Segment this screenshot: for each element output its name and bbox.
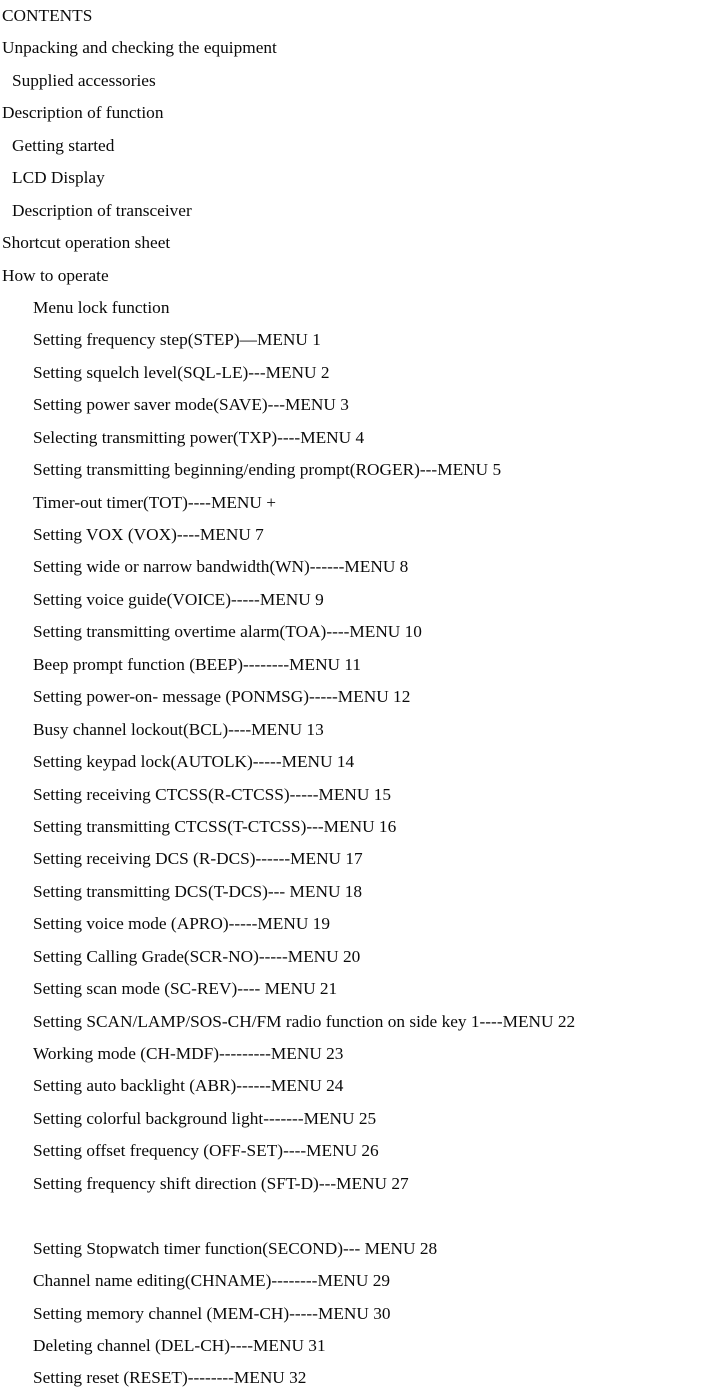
toc-entry: Setting transmitting beginning/ending pr… (33, 460, 502, 480)
toc-entry: Setting Calling Grade(SCR-NO)-----MENU 2… (33, 946, 361, 966)
toc-entry: Setting voice mode (APRO)-----MENU 19 (33, 914, 330, 934)
toc-entry: Setting transmitting CTCSS(T-CTCSS)---ME… (33, 816, 397, 836)
toc-entry: LCD Display (12, 168, 105, 188)
toc-entry: Setting VOX (VOX)----MENU 7 (33, 525, 264, 544)
toc-entry: Setting keypad lock(AUTOLK)-----MENU 14 (33, 752, 355, 772)
toc-entry: Setting wide or narrow bandwidth(WN)----… (33, 557, 409, 577)
toc-entry: Setting frequency step(STEP)—MENU 1 (33, 330, 321, 350)
toc-entry: Setting scan mode (SC-REV)---- MENU 21 (33, 979, 338, 999)
toc-entry: Beep prompt function (BEEP)--------MENU … (33, 654, 362, 674)
toc-entry: Deleting channel (DEL-CH)----MENU 31 (33, 1335, 326, 1355)
toc-entry: Menu lock function (33, 297, 170, 317)
toc-entry: Timer-out timer(TOT)----MENU + (33, 492, 276, 512)
toc-entry: Channel name editing(CHNAME)--------MENU… (33, 1271, 390, 1291)
toc-entry: Setting reset (RESET)--------MENU 32 (33, 1368, 307, 1388)
toc-entry: Setting receiving DCS (R-DCS)------MENU … (33, 849, 363, 869)
toc-entry: Setting power saver mode(SAVE)---MENU 3 (33, 395, 349, 415)
table-of-contents: CONTENTS Unpacking and checking the equip… (0, 0, 717, 1395)
toc-entry: Setting Stopwatch timer function(SECOND)… (33, 1238, 438, 1258)
toc-entry: Setting frequency shift direction (SFT-D… (33, 1173, 409, 1193)
toc-entry: Unpacking and checking the equipment (2, 38, 277, 58)
toc-entry: Shortcut operation sheet (2, 233, 171, 253)
toc-entry: Getting started (12, 135, 115, 155)
toc-entry: Busy channel lockout(BCL)----MENU 13 (33, 719, 324, 739)
page-title: CONTENTS (2, 6, 93, 25)
document-page: CONTENTS Unpacking and checking the equip… (0, 0, 717, 1387)
toc-entry: Setting voice guide(VOICE)-----MENU 9 (33, 589, 324, 609)
toc-entry: Setting colorful background light-------… (33, 1108, 377, 1128)
toc-entry: Supplied accessories (12, 70, 156, 90)
toc-entry: Setting SCAN/LAMP/SOS-CH/FM radio functi… (33, 1011, 576, 1031)
toc-entry: Setting auto backlight (ABR)------MENU 2… (33, 1076, 344, 1096)
toc-entry: Selecting transmitting power(TXP)----MEN… (33, 427, 365, 447)
toc-entry: Setting memory channel (MEM-CH)-----MENU… (33, 1303, 391, 1323)
toc-entry: Setting offset frequency (OFF-SET)----ME… (33, 1141, 379, 1161)
toc-entry: Setting transmitting DCS(T-DCS)--- MENU … (33, 881, 363, 901)
toc-entry: Description of function (2, 103, 164, 123)
toc-entry: Setting receiving CTCSS(R-CTCSS)-----MEN… (33, 784, 392, 804)
toc-entry: Description of transceiver (12, 200, 192, 220)
toc-entry: Setting transmitting overtime alarm(TOA)… (33, 622, 422, 642)
toc-entry: Working mode (CH-MDF)---------MENU 23 (33, 1044, 344, 1063)
toc-entry: How to operate (2, 265, 109, 285)
toc-entry: Setting squelch level(SQL-LE)---MENU 2 (33, 362, 330, 382)
toc-entry: Setting power-on- message (PONMSG)-----M… (33, 687, 411, 707)
